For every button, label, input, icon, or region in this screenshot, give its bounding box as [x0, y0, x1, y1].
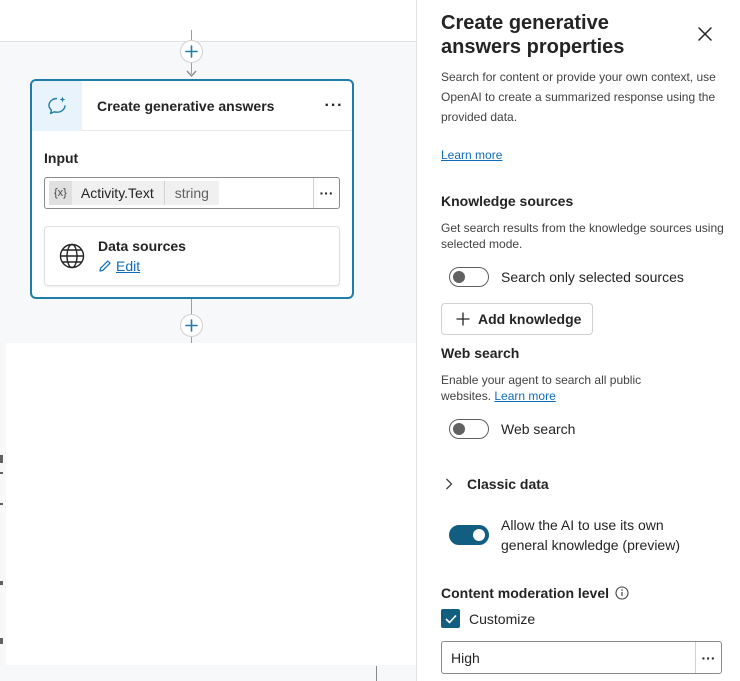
generative-answers-node[interactable]: Create generative answers ··· Input {x} … [30, 79, 354, 299]
customize-checkbox[interactable] [441, 609, 460, 628]
classic-data-label: Classic data [467, 476, 549, 492]
add-knowledge-label: Add knowledge [478, 311, 582, 327]
toggle-knob [453, 271, 465, 283]
chevron-right-icon [446, 478, 453, 490]
knowledge-sources-description: Get search results from the knowledge so… [441, 221, 724, 251]
data-sources-title: Data sources [98, 238, 186, 254]
add-knowledge-button[interactable]: Add knowledge [441, 303, 593, 335]
node-more-button[interactable]: ··· [320, 97, 348, 115]
input-variable-field[interactable]: {x} Activity.Text string ··· [44, 177, 340, 209]
panel-description: Search for content or provide your own c… [441, 70, 716, 124]
plus-icon [185, 45, 198, 58]
content-moderation-title: Content moderation level [441, 585, 629, 601]
classic-data-expander[interactable]: Classic data [445, 476, 549, 492]
plus-icon [185, 319, 198, 332]
info-icon[interactable] [615, 586, 629, 600]
toggle-knob [453, 423, 465, 435]
general-knowledge-label: Allow the AI to use its own general know… [501, 517, 680, 553]
edit-label: Edit [116, 258, 141, 274]
add-node-bottom-button[interactable] [180, 314, 203, 337]
checkmark-icon [444, 614, 457, 624]
search-selected-sources-label: Search only selected sources [501, 269, 684, 285]
web-search-title: Web search [441, 345, 520, 361]
canvas-connector-line [376, 666, 377, 681]
moderation-more-button[interactable]: ··· [695, 642, 721, 673]
variable-chip[interactable]: {x} Activity.Text string [49, 181, 219, 205]
pencil-icon [99, 260, 111, 272]
general-knowledge-toggle[interactable] [449, 525, 489, 545]
canvas-edge-mark [0, 581, 3, 585]
customize-checkbox-row[interactable]: Customize [441, 609, 535, 628]
toggle-knob [473, 529, 485, 541]
variable-type: string [163, 181, 219, 205]
learn-more-link[interactable]: Learn more [441, 148, 502, 162]
content-moderation-label: Content moderation level [441, 585, 610, 601]
variable-name: Activity.Text [80, 185, 154, 201]
properties-panel: Create generative answers properties Sea… [416, 0, 740, 681]
web-search-description: Enable your agent to search all public w… [441, 372, 656, 404]
generative-answers-icon [32, 80, 82, 131]
arrow-down-icon [186, 70, 197, 78]
web-search-toggle[interactable] [449, 419, 489, 439]
data-sources-card: Data sources Edit [44, 226, 340, 286]
canvas-edge-mark [0, 503, 3, 505]
variable-icon: {x} [49, 181, 72, 205]
node-title: Create generative answers [97, 97, 275, 114]
knowledge-sources-title: Knowledge sources [441, 193, 574, 209]
panel-title: Create generative answers properties [441, 12, 625, 58]
search-selected-sources-toggle[interactable] [449, 267, 489, 287]
canvas-edge-mark [0, 455, 3, 463]
canvas-toolbar [0, 0, 416, 42]
add-node-top-button[interactable] [180, 40, 203, 63]
close-panel-button[interactable] [696, 25, 714, 43]
data-sources-edit-link[interactable]: Edit [98, 258, 140, 274]
close-icon [698, 27, 712, 41]
canvas-edge-mark [0, 638, 3, 644]
globe-icon [59, 243, 85, 269]
input-label: Input [44, 150, 79, 166]
moderation-level-value: High [451, 649, 480, 666]
plus-icon [456, 312, 470, 326]
web-search-toggle-label: Web search [501, 421, 576, 437]
node-header: Create generative answers ··· [32, 80, 352, 131]
customize-label: Customize [469, 610, 536, 627]
web-search-learn-more-link[interactable]: Learn more [494, 389, 555, 403]
canvas-overlay-region [6, 343, 416, 665]
input-more-button[interactable]: ··· [313, 178, 339, 208]
canvas-edge-mark [0, 472, 3, 474]
flow-canvas[interactable]: Create generative answers ··· Input {x} … [0, 0, 416, 681]
moderation-level-dropdown[interactable]: High ··· [441, 641, 722, 674]
